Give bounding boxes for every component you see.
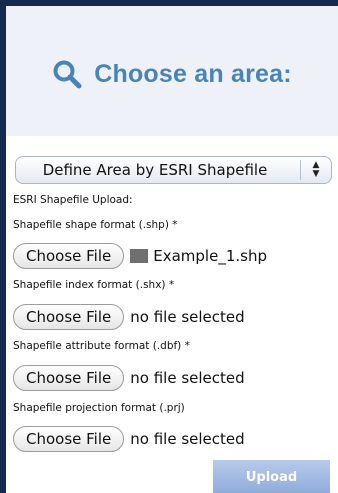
dbf-file-name: no file selected [130, 369, 245, 387]
dbf-field-label: Shapefile attribute format (.dbf) * [13, 340, 190, 352]
prj-file-row: Choose File no file selected [13, 426, 245, 452]
shx-field-label: Shapefile index format (.shx) * [13, 279, 175, 291]
header-inner: Choose an area: [52, 59, 292, 89]
shp-field-label: Shapefile shape format (.shp) * [13, 219, 178, 231]
choose-file-button-shx[interactable]: Choose File [13, 304, 125, 330]
choose-file-button-prj[interactable]: Choose File [13, 426, 125, 452]
up-down-arrows-icon: ▲ ▼ [301, 157, 331, 183]
area-method-select[interactable]: Define Area by ESRI Shapefile ▲ ▼ [15, 156, 332, 184]
header: Choose an area: [6, 6, 338, 136]
shp-file-row: Choose File Example_1.shp [13, 243, 267, 269]
prj-field-label: Shapefile projection format (.prj) [13, 402, 185, 414]
choose-file-button-shp[interactable]: Choose File [13, 243, 125, 269]
area-method-selected-label: Define Area by ESRI Shapefile [42, 161, 268, 179]
upload-button[interactable]: Upload [213, 460, 330, 493]
upload-heading: ESRI Shapefile Upload: [13, 194, 133, 206]
dbf-file-row: Choose File no file selected [13, 365, 245, 391]
choose-file-button-dbf[interactable]: Choose File [13, 365, 125, 391]
search-icon [53, 60, 82, 89]
shx-file-row: Choose File no file selected [13, 304, 245, 330]
page-title: Choose an area: [94, 59, 292, 88]
prj-file-name: no file selected [130, 430, 245, 448]
file-icon [130, 249, 149, 263]
shx-file-name: no file selected [130, 308, 245, 326]
area-panel: Choose an area: Define Area by ESRI Shap… [6, 6, 338, 493]
shp-file-name: Example_1.shp [130, 247, 267, 265]
arrow-down-icon: ▼ [312, 169, 320, 179]
content: Define Area by ESRI Shapefile ▲ ▼ ESRI S… [6, 136, 338, 493]
shp-file-name-text: Example_1.shp [153, 247, 267, 265]
